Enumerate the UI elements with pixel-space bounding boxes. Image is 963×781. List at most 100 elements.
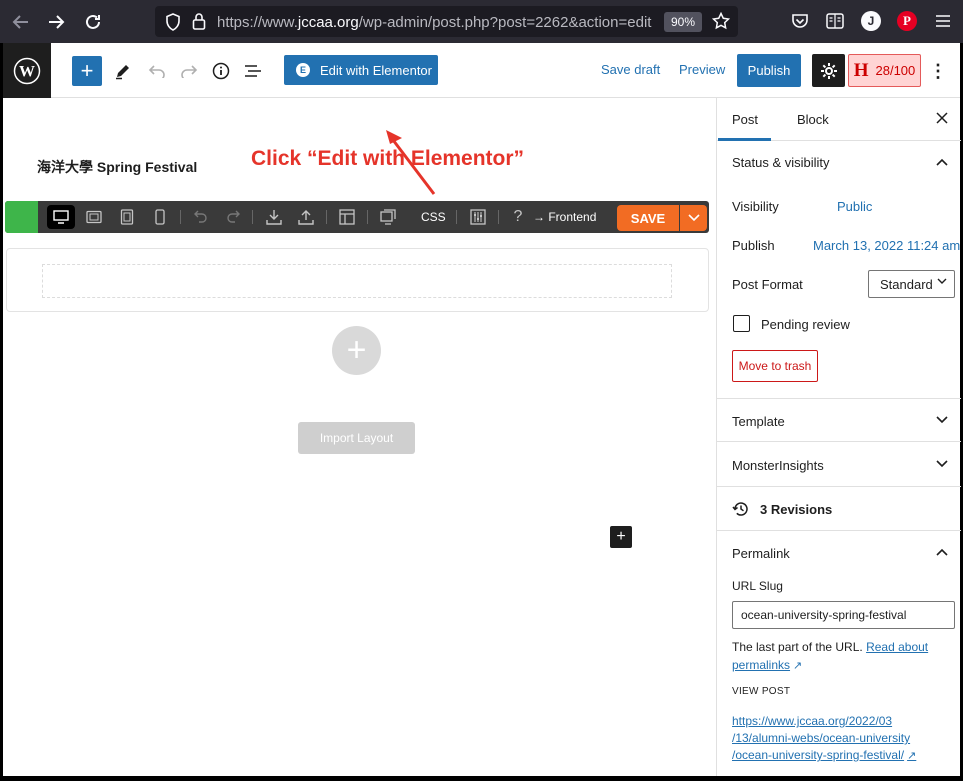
builder-save-button[interactable]: SAVE bbox=[617, 205, 679, 231]
lock-icon[interactable] bbox=[189, 11, 209, 31]
tablet-portrait-icon[interactable] bbox=[117, 207, 137, 227]
editor-header: W + E Edit with Elementor Save draft Pre… bbox=[3, 43, 960, 98]
editor-canvas: 海洋大學 Spring Festival Click “Edit with El… bbox=[3, 98, 716, 776]
toolbar-divider bbox=[252, 210, 253, 224]
upload-icon[interactable] bbox=[296, 207, 316, 227]
revisions-panel[interactable]: 3 Revisions bbox=[717, 487, 961, 531]
seo-score-button[interactable]: H 28/100 bbox=[848, 54, 921, 87]
add-block-button[interactable]: + bbox=[72, 56, 102, 86]
builder-undo-icon[interactable] bbox=[191, 207, 211, 227]
builder-handle[interactable] bbox=[5, 201, 38, 233]
hamburger-menu-icon[interactable] bbox=[933, 11, 953, 31]
permalink-panel-header[interactable]: Permalink bbox=[717, 531, 961, 575]
wordpress-editor: W + E Edit with Elementor Save draft Pre… bbox=[3, 43, 961, 776]
post-url-line: /13/alumni-webs/ocean-university bbox=[732, 731, 911, 745]
visibility-toggle[interactable]: Public bbox=[837, 199, 872, 214]
post-url-line: /ocean-university-spring-festival/ bbox=[732, 748, 905, 762]
reload-icon[interactable] bbox=[81, 10, 105, 34]
empty-section[interactable] bbox=[6, 248, 709, 312]
chevron-up-icon bbox=[936, 545, 948, 559]
mobile-view-icon[interactable] bbox=[150, 207, 170, 227]
block-inserter-plus-icon[interactable]: + bbox=[610, 526, 632, 548]
close-icon[interactable] bbox=[936, 111, 948, 129]
page-builder-toolbar: CSS ? → Frontend SAVE bbox=[5, 201, 709, 233]
status-visibility-panel-header[interactable]: Status & visibility bbox=[717, 141, 961, 185]
pocket-icon[interactable] bbox=[790, 11, 810, 31]
svg-text:W: W bbox=[19, 63, 35, 80]
zoom-level-badge[interactable]: 90% bbox=[664, 12, 702, 32]
save-draft-button[interactable]: Save draft bbox=[601, 62, 660, 77]
layout-template-icon[interactable] bbox=[337, 207, 357, 227]
builder-redo-icon[interactable] bbox=[223, 207, 243, 227]
external-link-icon: ↗ bbox=[907, 750, 917, 762]
edit-with-elementor-label: Edit with Elementor bbox=[320, 62, 432, 78]
help-text: The last part of the URL. bbox=[732, 640, 863, 654]
revisions-label: 3 Revisions bbox=[760, 502, 833, 517]
info-icon[interactable] bbox=[206, 56, 236, 86]
address-bar[interactable]: https://www.jccaa.org/wp-admin/post.php?… bbox=[155, 6, 738, 37]
chevron-down-icon bbox=[936, 413, 948, 427]
duplicate-icon[interactable] bbox=[378, 207, 398, 227]
url-slug-input[interactable]: ocean-university-spring-festival bbox=[732, 601, 955, 629]
read-about-link[interactable]: Read about bbox=[866, 640, 928, 654]
settings-sliders-icon[interactable] bbox=[468, 207, 488, 227]
bookmark-star-icon[interactable] bbox=[711, 11, 731, 31]
reader-view-icon[interactable] bbox=[825, 11, 845, 31]
edit-with-elementor-button[interactable]: E Edit with Elementor bbox=[284, 55, 438, 85]
panel-title: Permalink bbox=[732, 546, 790, 561]
pending-review-label: Pending review bbox=[761, 317, 850, 332]
view-post-label: VIEW POST bbox=[732, 686, 791, 697]
add-section-plus-icon[interactable]: + bbox=[332, 326, 381, 375]
external-link-icon: ↗ bbox=[793, 660, 803, 672]
pencil-tool-icon[interactable] bbox=[108, 56, 138, 86]
pending-review-checkbox[interactable] bbox=[733, 315, 750, 332]
toolbar-divider bbox=[326, 210, 327, 224]
account-avatar[interactable]: J bbox=[861, 11, 881, 31]
frontend-link[interactable]: → Frontend bbox=[533, 210, 596, 224]
publish-button[interactable]: Publish bbox=[737, 54, 801, 87]
sidebar-tabs: Post Block bbox=[717, 98, 961, 141]
empty-row-placeholder[interactable] bbox=[42, 264, 672, 298]
toolbar-divider bbox=[456, 210, 457, 224]
desktop-view-icon[interactable] bbox=[47, 205, 75, 229]
pinterest-icon[interactable]: P bbox=[897, 11, 917, 31]
post-format-select[interactable]: Standard bbox=[868, 270, 955, 298]
panel-title: Template bbox=[732, 414, 785, 429]
more-options-icon[interactable]: ⋮ bbox=[928, 57, 948, 85]
settings-gear-icon[interactable] bbox=[812, 54, 845, 87]
annotation-arrow-icon bbox=[386, 130, 436, 195]
url-slug-label: URL Slug bbox=[732, 579, 783, 593]
chevron-down-icon[interactable] bbox=[680, 205, 707, 231]
permalinks-link[interactable]: permalinks bbox=[732, 658, 790, 672]
publish-label: Publish bbox=[732, 238, 775, 253]
view-post-link[interactable]: https://www.jccaa.org/2022/03 /13/alumni… bbox=[732, 713, 952, 765]
monsterinsights-panel-header[interactable]: MonsterInsights bbox=[717, 443, 961, 487]
move-to-trash-button[interactable]: Move to trash bbox=[732, 350, 818, 382]
post-title[interactable]: 海洋大學 Spring Festival bbox=[37, 157, 197, 177]
chevron-up-icon bbox=[936, 155, 948, 169]
redo-icon[interactable] bbox=[174, 56, 204, 86]
post-format-label: Post Format bbox=[732, 277, 803, 292]
browser-toolbar: https://www.jccaa.org/wp-admin/post.php?… bbox=[0, 0, 963, 43]
import-layout-button[interactable]: Import Layout bbox=[298, 422, 415, 454]
css-button[interactable]: CSS bbox=[421, 210, 446, 224]
tab-block[interactable]: Block bbox=[797, 112, 829, 127]
panel-title: MonsterInsights bbox=[732, 458, 824, 473]
publish-date-toggle[interactable]: March 13, 2022 11:24 am bbox=[813, 238, 960, 253]
aioseo-icon: H bbox=[853, 59, 869, 81]
download-icon[interactable] bbox=[264, 207, 284, 227]
list-view-icon[interactable] bbox=[238, 56, 268, 86]
shield-icon[interactable] bbox=[163, 12, 183, 32]
back-icon[interactable] bbox=[9, 10, 33, 34]
chevron-down-icon bbox=[937, 277, 947, 288]
toolbar-divider bbox=[367, 210, 368, 224]
undo-icon[interactable] bbox=[142, 56, 172, 86]
forward-icon[interactable] bbox=[44, 10, 68, 34]
help-question-icon[interactable]: ? bbox=[508, 207, 528, 227]
tablet-landscape-icon[interactable] bbox=[84, 207, 104, 227]
wordpress-logo-icon[interactable]: W bbox=[3, 43, 51, 98]
tab-post[interactable]: Post bbox=[732, 112, 758, 127]
template-panel-header[interactable]: Template bbox=[717, 398, 961, 442]
visibility-label: Visibility bbox=[732, 199, 779, 214]
preview-button[interactable]: Preview bbox=[679, 62, 725, 77]
